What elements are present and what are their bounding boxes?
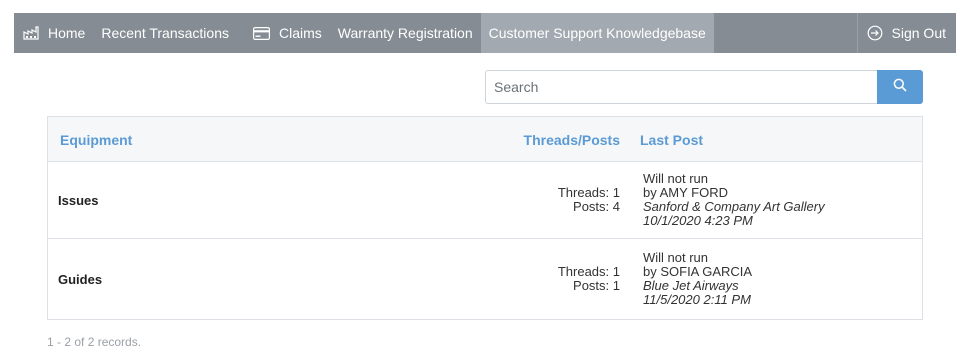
last-post-company: Blue Jet Airways xyxy=(643,278,739,293)
records-summary: 1 - 2 of 2 records. xyxy=(47,335,142,349)
nav-warranty-registration-label: Warranty Registration xyxy=(337,25,473,41)
thread-count: Threads: 1 xyxy=(557,185,620,200)
row-equipment-name[interactable]: Guides xyxy=(58,239,102,319)
last-post-title[interactable]: Will not run xyxy=(643,251,752,265)
grid-header: Equipment Threads/Posts Last Post xyxy=(48,117,922,162)
factory-icon xyxy=(22,25,40,41)
thread-count: Threads: 1 xyxy=(557,264,620,279)
column-header-threads-posts[interactable]: Threads/Posts xyxy=(524,132,620,148)
column-header-equipment[interactable]: Equipment xyxy=(60,132,132,148)
nav-home[interactable]: Home xyxy=(14,13,93,53)
row-equipment-name[interactable]: Issues xyxy=(58,162,98,238)
row-last-post: Will not run by SOFIA GARCIA Blue Jet Ai… xyxy=(643,239,752,319)
last-post-company: Sanford & Company Art Gallery xyxy=(643,199,825,214)
top-navbar: Home Recent Transactions Claims Warranty… xyxy=(14,13,956,53)
post-count: Posts: 1 xyxy=(573,278,620,293)
nav-recent-transactions[interactable]: Recent Transactions xyxy=(93,13,237,53)
table-row[interactable]: Guides Threads: 1 Posts: 1 Will not run … xyxy=(48,239,922,319)
nav-recent-transactions-label: Recent Transactions xyxy=(101,25,229,41)
credit-card-icon xyxy=(253,25,271,41)
search-button[interactable] xyxy=(877,70,923,104)
nav-claims-label: Claims xyxy=(278,25,322,41)
nav-warranty-registration[interactable]: Warranty Registration xyxy=(330,13,481,53)
row-last-post: Will not run by AMY FORD Sanford & Compa… xyxy=(643,162,825,238)
last-post-author: by AMY FORD xyxy=(643,185,729,200)
search-bar xyxy=(485,70,923,104)
row-counts: Threads: 1 Posts: 1 xyxy=(558,239,620,319)
column-header-last-post[interactable]: Last Post xyxy=(640,132,703,148)
table-row[interactable]: Issues Threads: 1 Posts: 4 Will not run … xyxy=(48,162,922,239)
last-post-date: 10/1/2020 4:23 PM xyxy=(643,213,753,228)
last-post-date: 11/5/2020 2:11 PM xyxy=(643,292,751,307)
sign-out-label: Sign Out xyxy=(891,25,946,41)
nav-knowledgebase-label: Customer Support Knowledgebase xyxy=(488,25,706,41)
last-post-title[interactable]: Will not run xyxy=(643,172,825,186)
sign-out-icon xyxy=(866,25,884,41)
row-counts: Threads: 1 Posts: 4 xyxy=(558,162,620,238)
post-count: Posts: 4 xyxy=(573,199,620,214)
knowledgebase-grid: Equipment Threads/Posts Last Post Issues… xyxy=(47,116,923,320)
nav-customer-support-knowledgebase[interactable]: Customer Support Knowledgebase xyxy=(480,13,714,53)
search-input[interactable] xyxy=(485,70,877,104)
sign-out-button[interactable]: Sign Out xyxy=(856,13,956,53)
last-post-author: by SOFIA GARCIA xyxy=(643,264,753,279)
nav-claims[interactable]: Claims xyxy=(237,13,330,53)
nav-home-label: Home xyxy=(48,25,86,41)
search-icon xyxy=(893,78,907,97)
